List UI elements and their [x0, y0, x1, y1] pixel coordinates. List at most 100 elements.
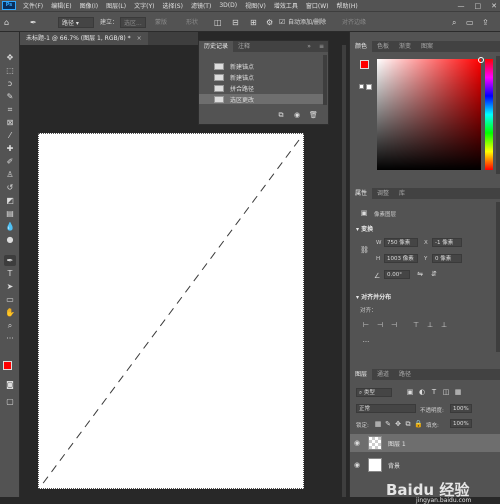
menu-edit[interactable]: 编辑(E): [47, 1, 75, 10]
menu-select[interactable]: 选择(S): [158, 1, 187, 10]
pen-tool-icon[interactable]: ✒: [4, 255, 16, 266]
tab-notes[interactable]: 注释: [233, 41, 255, 52]
y-field[interactable]: 0 像素: [432, 254, 462, 263]
tab-gradients[interactable]: 渐变: [394, 41, 416, 52]
align-center-v-icon[interactable]: ⊥: [426, 321, 434, 329]
canvas-scrollbar[interactable]: [342, 45, 346, 497]
blend-mode-dropdown[interactable]: 正常: [356, 404, 416, 413]
link-proportions-icon[interactable]: ⛓: [360, 246, 369, 254]
history-item[interactable]: 新建锚点: [199, 61, 323, 71]
tab-history[interactable]: 历史记录: [199, 41, 234, 52]
fill-field[interactable]: 100%: [450, 419, 472, 428]
mask-button[interactable]: 蒙版: [155, 17, 167, 28]
menu-plugins[interactable]: 增效工具: [270, 1, 302, 10]
tab-channels[interactable]: 通道: [372, 369, 394, 380]
align-left-icon[interactable]: ⊢: [362, 321, 370, 329]
align-center-h-icon[interactable]: ⊣: [376, 321, 384, 329]
tab-paths[interactable]: 路径: [394, 369, 416, 380]
history-item[interactable]: 新建锚点: [199, 72, 323, 82]
menu-filter[interactable]: 滤镜(T): [187, 1, 215, 10]
menu-type[interactable]: 文字(Y): [130, 1, 158, 10]
healing-brush-tool-icon[interactable]: ✚: [4, 143, 16, 154]
color-panel-foreground-swatch[interactable]: [360, 60, 369, 69]
layer-row[interactable]: ◉ 背景: [350, 456, 500, 474]
minimize-button[interactable]: —: [458, 2, 465, 10]
history-brush-tool-icon[interactable]: ↺: [4, 182, 16, 193]
collapse-icon[interactable]: »: [303, 41, 315, 52]
frame-tool-icon[interactable]: ⊠: [4, 117, 16, 128]
tab-adjustments[interactable]: 调整: [372, 188, 394, 199]
history-source-checkbox[interactable]: [202, 73, 210, 81]
close-button[interactable]: ✕: [491, 2, 497, 10]
type-tool-icon[interactable]: T: [4, 268, 16, 279]
workspace-icon[interactable]: ▭: [466, 17, 474, 28]
clone-stamp-tool-icon[interactable]: ♙: [4, 169, 16, 180]
x-field[interactable]: -1 像素: [432, 238, 462, 247]
settings-gear-icon[interactable]: ⚙: [266, 17, 273, 28]
layer-row[interactable]: ◉ 图层 1: [350, 434, 500, 452]
tab-color[interactable]: 颜色: [350, 41, 373, 52]
lock-artboard-icon[interactable]: ⧉: [404, 420, 412, 428]
document-tab[interactable]: 未标题-1 @ 66.7% (图层 1, RGB/8) * ×: [20, 32, 148, 45]
path-alignment-icon[interactable]: ⊟: [232, 17, 239, 28]
filter-type-icon[interactable]: T: [430, 388, 438, 396]
marquee-tool-icon[interactable]: ⬚: [4, 65, 16, 76]
tab-swatches[interactable]: 色板: [372, 41, 394, 52]
path-selection-tool-icon[interactable]: ➤: [4, 281, 16, 292]
flip-vertical-icon[interactable]: ⇵: [430, 270, 438, 278]
move-tool-icon[interactable]: ✥: [4, 52, 16, 63]
color-scrollbar[interactable]: [496, 56, 500, 174]
menu-layer[interactable]: 图层(L): [102, 1, 130, 10]
eyedropper-tool-icon[interactable]: ⁄: [4, 130, 16, 141]
menu-file[interactable]: 文件(F): [19, 1, 47, 10]
quick-select-tool-icon[interactable]: ✎: [4, 91, 16, 102]
share-icon[interactable]: ⇪: [482, 17, 489, 28]
history-item[interactable]: 选区更改: [199, 94, 323, 104]
history-source-checkbox[interactable]: [202, 84, 210, 92]
visibility-eye-icon[interactable]: ◉: [354, 439, 362, 447]
path-operations-icon[interactable]: ◫: [214, 17, 222, 28]
search-icon[interactable]: ⌕: [452, 17, 456, 28]
align-right-icon[interactable]: ⊣: [390, 321, 398, 329]
color-field[interactable]: [377, 57, 484, 170]
tab-patterns[interactable]: 图案: [416, 41, 438, 52]
lasso-tool-icon[interactable]: ↄ: [4, 78, 16, 89]
history-source-checkbox[interactable]: [202, 62, 210, 70]
history-scrollbar[interactable]: [323, 55, 327, 105]
tab-libraries[interactable]: 库: [394, 188, 410, 199]
filter-smart-object-icon[interactable]: ▦: [454, 388, 462, 396]
menu-help[interactable]: 帮助(H): [333, 1, 362, 10]
align-section-header[interactable]: ▾ 对齐并分布: [356, 292, 391, 301]
menu-window[interactable]: 窗口(W): [302, 1, 333, 10]
auto-add-checkbox[interactable]: ☑: [279, 17, 285, 28]
transform-section-header[interactable]: ▾ 变换: [356, 224, 373, 233]
dodge-tool-icon[interactable]: ●: [4, 234, 16, 245]
flip-horizontal-icon[interactable]: ⇋: [416, 270, 424, 278]
shape-button[interactable]: 形状: [186, 17, 198, 28]
layer-filter-dropdown[interactable]: ⌕ 类型: [356, 388, 392, 397]
path-arrangement-icon[interactable]: ⊞: [250, 17, 257, 28]
rectangle-tool-icon[interactable]: ▭: [4, 294, 16, 305]
blur-tool-icon[interactable]: 💧: [4, 221, 16, 232]
menu-3d[interactable]: 3D(D): [215, 2, 241, 9]
delete-trash-icon[interactable]: 🗑: [309, 111, 318, 119]
home-icon[interactable]: ⌂: [4, 17, 9, 28]
align-top-icon[interactable]: ⊤: [412, 321, 420, 329]
height-field[interactable]: 1003 像素: [384, 254, 418, 263]
color-panel-background-swatch[interactable]: [366, 84, 372, 90]
properties-scrollbar[interactable]: [496, 202, 500, 352]
screen-mode-icon[interactable]: ▢: [4, 396, 16, 407]
foreground-color-swatch[interactable]: [3, 361, 12, 370]
tab-layers[interactable]: 图层: [350, 369, 373, 380]
filter-shape-icon[interactable]: ◫: [442, 388, 450, 396]
pen-tool-preset-icon[interactable]: ✒: [30, 17, 37, 28]
crop-tool-icon[interactable]: ⌗: [4, 104, 16, 115]
gradient-tool-icon[interactable]: ▤: [4, 208, 16, 219]
opacity-field[interactable]: 100%: [450, 404, 472, 413]
history-source-checkbox[interactable]: [202, 95, 210, 103]
zoom-tool-icon[interactable]: ⌕: [4, 320, 16, 331]
hue-slider[interactable]: [485, 59, 493, 170]
quick-mask-icon[interactable]: ◙: [4, 379, 16, 390]
lock-position-icon[interactable]: ✥: [394, 420, 402, 428]
visibility-eye-icon[interactable]: ◉: [354, 461, 362, 469]
